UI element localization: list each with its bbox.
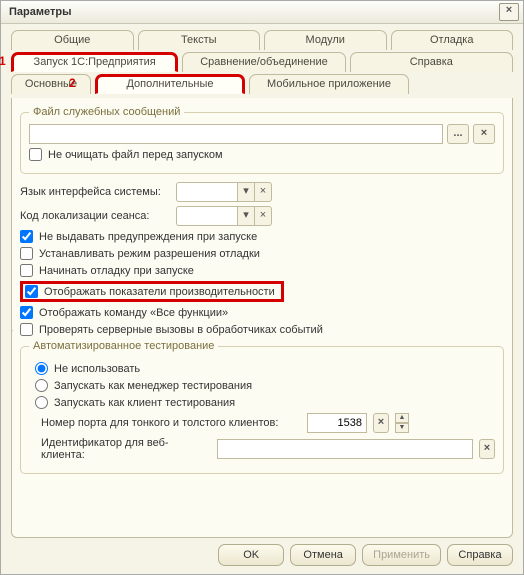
set-debug-mode-checkbox[interactable] (20, 247, 33, 260)
tab-row-2: Запуск 1С:Предприятия Сравнение/объедине… (11, 52, 513, 72)
interface-lang-value[interactable] (176, 182, 237, 202)
autotest-group: Автоматизированное тестирование Не испол… (20, 340, 504, 474)
tab-launch-1c[interactable]: Запуск 1С:Предприятия (11, 52, 178, 72)
marker-3: 3 (11, 322, 13, 336)
port-clear-button[interactable]: × (373, 413, 389, 433)
marker-2: 2 (69, 76, 76, 90)
tab-compare-merge[interactable]: Сравнение/объединение (182, 52, 345, 72)
autotest-none-radio[interactable] (35, 362, 48, 375)
show-perf-label: Отображать показатели производительности (44, 286, 275, 298)
autotest-legend: Автоматизированное тестирование (29, 340, 218, 352)
check-server-label: Проверять серверные вызовы в обработчика… (39, 324, 323, 336)
tab-help[interactable]: Справка (350, 52, 513, 72)
spinner-up-icon[interactable]: ▲ (395, 413, 409, 423)
tab-general[interactable]: Общие (11, 30, 134, 50)
chevron-down-icon[interactable]: ▾ (237, 182, 254, 202)
show-perf-row: Отображать показатели производительности (20, 281, 284, 302)
window-title: Параметры (9, 6, 71, 18)
no-warn-checkbox[interactable] (20, 230, 33, 243)
start-debug-label: Начинать отладку при запуске (39, 265, 194, 277)
autotest-client-radio[interactable] (35, 396, 48, 409)
autotest-none-label: Не использовать (54, 363, 140, 375)
dialog-buttons: OK Отмена Применить Справка (1, 538, 523, 574)
parameters-window: Параметры × Общие Тексты Модули Отладка … (0, 0, 524, 575)
port-label: Номер порта для тонкого и толстого клиен… (41, 417, 301, 429)
service-messages-group: Файл служебных сообщений ... × Не очищат… (20, 106, 504, 174)
tab-modules[interactable]: Модули (264, 30, 387, 50)
tab-mobile-app[interactable]: Мобильное приложение (249, 74, 409, 94)
help-button[interactable]: Справка (447, 544, 513, 566)
show-perf-checkbox[interactable] (25, 285, 38, 298)
service-messages-legend: Файл служебных сообщений (29, 106, 184, 118)
clear-locale-button[interactable]: × (254, 206, 272, 226)
locale-code-select[interactable]: ▾ × (176, 206, 272, 226)
webid-label: Идентификатор для веб-клиента: (41, 437, 211, 461)
interface-lang-label: Язык интерфейса системы: (20, 186, 170, 198)
webid-input[interactable] (217, 439, 473, 459)
spinner-down-icon[interactable]: ▼ (395, 423, 409, 433)
ok-button[interactable]: OK (218, 544, 284, 566)
tab-texts[interactable]: Тексты (138, 30, 261, 50)
autotest-manager-label: Запускать как менеджер тестирования (54, 380, 252, 392)
all-funcs-label: Отображать команду «Все функции» (39, 307, 228, 319)
tab-row-3: Основные Дополнительные Мобильное прилож… (11, 74, 513, 94)
clear-lang-button[interactable]: × (254, 182, 272, 202)
apply-button: Применить (362, 544, 441, 566)
no-warn-label: Не выдавать предупреждения при запуске (39, 231, 257, 243)
locale-code-label: Код локализации сеанса: (20, 210, 170, 222)
check-server-checkbox[interactable] (20, 323, 33, 336)
start-debug-checkbox[interactable] (20, 264, 33, 277)
port-input[interactable] (307, 413, 367, 433)
clear-path-button[interactable]: × (473, 124, 495, 144)
cancel-button[interactable]: Отмена (290, 544, 356, 566)
tab-main[interactable]: Основные (11, 74, 91, 94)
close-icon[interactable]: × (499, 3, 519, 21)
webid-clear-button[interactable]: × (479, 439, 495, 459)
tab-row-1: Общие Тексты Модули Отладка (11, 30, 513, 50)
autotest-manager-radio[interactable] (35, 379, 48, 392)
locale-code-value[interactable] (176, 206, 237, 226)
port-spinner[interactable]: ▲ ▼ (395, 413, 409, 433)
noclean-checkbox[interactable] (29, 148, 42, 161)
set-debug-mode-label: Устанавливать режим разрешения отладки (39, 248, 260, 260)
tab-additional[interactable]: Дополнительные (95, 74, 245, 94)
titlebar: Параметры × (1, 1, 523, 24)
all-funcs-checkbox[interactable] (20, 306, 33, 319)
autotest-client-label: Запускать как клиент тестирования (54, 397, 235, 409)
chevron-down-icon[interactable]: ▾ (237, 206, 254, 226)
marker-1: 1 (0, 54, 6, 68)
tab-body: Файл служебных сообщений ... × Не очищат… (11, 98, 513, 538)
tab-debug[interactable]: Отладка (391, 30, 514, 50)
interface-lang-select[interactable]: ▾ × (176, 182, 272, 202)
browse-button[interactable]: ... (447, 124, 469, 144)
tabs-area: Общие Тексты Модули Отладка 1 Запуск 1С:… (1, 24, 523, 98)
service-file-path-input[interactable] (29, 124, 443, 144)
noclean-label: Не очищать файл перед запуском (48, 149, 223, 161)
